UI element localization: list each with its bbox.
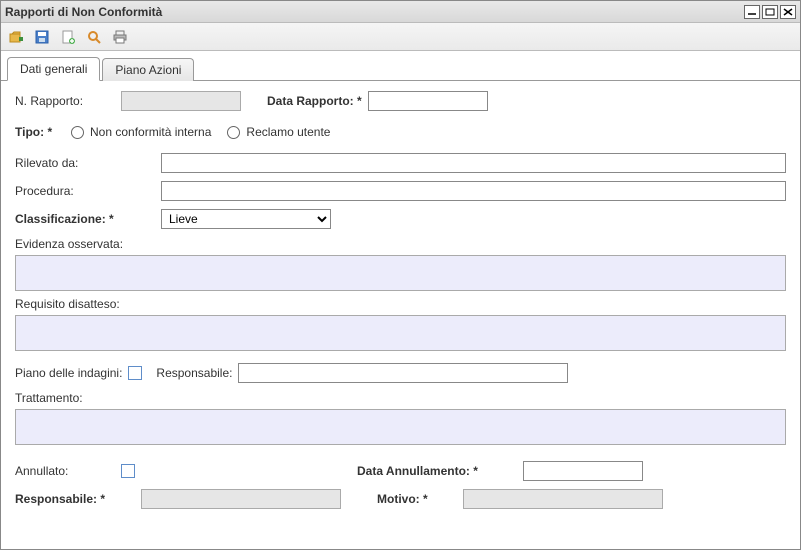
maximize-button[interactable] (762, 5, 778, 19)
tab-content: N. Rapporto: Data Rapporto: * Tipo: * No… (1, 81, 800, 549)
evidenza-label: Evidenza osservata: (15, 237, 786, 251)
requisito-textarea[interactable] (15, 315, 786, 351)
rilevato-da-label: Rilevato da: (15, 156, 155, 170)
procedura-label: Procedura: (15, 184, 155, 198)
responsabile-bot-field[interactable] (141, 489, 341, 509)
motivo-field[interactable] (463, 489, 663, 509)
responsabile-top-field[interactable] (238, 363, 568, 383)
tabstrip: Dati generali Piano Azioni (1, 51, 800, 81)
tipo-option-reclamo: Reclamo utente (246, 125, 330, 139)
save-icon[interactable] (31, 26, 53, 48)
data-rapporto-label: Data Rapporto: * (267, 94, 362, 108)
open-icon[interactable] (5, 26, 27, 48)
requisito-label: Requisito disatteso: (15, 297, 786, 311)
window-title: Rapporti di Non Conformità (5, 5, 742, 19)
procedura-field[interactable] (161, 181, 786, 201)
rilevato-da-field[interactable] (161, 153, 786, 173)
tipo-option-interna: Non conformità interna (90, 125, 211, 139)
titlebar: Rapporti di Non Conformità (1, 1, 800, 23)
classificazione-label: Classificazione: * (15, 212, 155, 226)
motivo-label: Motivo: * (377, 492, 457, 506)
toolbar (1, 23, 800, 51)
data-annullamento-field[interactable] (523, 461, 643, 481)
close-button[interactable] (780, 5, 796, 19)
tipo-radio-reclamo[interactable] (227, 126, 240, 139)
n-rapporto-label: N. Rapporto: (15, 94, 115, 108)
data-rapporto-field[interactable] (368, 91, 488, 111)
new-icon[interactable] (57, 26, 79, 48)
minimize-button[interactable] (744, 5, 760, 19)
annullato-label: Annullato: (15, 464, 115, 478)
evidenza-textarea[interactable] (15, 255, 786, 291)
responsabile-bot-label: Responsabile: * (15, 492, 135, 506)
piano-indagini-checkbox[interactable] (128, 366, 142, 380)
trattamento-textarea[interactable] (15, 409, 786, 445)
data-annullamento-label: Data Annullamento: * (357, 464, 517, 478)
classificazione-select[interactable]: Lieve (161, 209, 331, 229)
search-icon[interactable] (83, 26, 105, 48)
annullato-checkbox[interactable] (121, 464, 135, 478)
tipo-label: Tipo: * (15, 125, 65, 139)
trattamento-label: Trattamento: (15, 391, 786, 405)
window-frame: Rapporti di Non Conformità Dati generali… (0, 0, 801, 550)
tab-piano-azioni[interactable]: Piano Azioni (102, 58, 194, 81)
piano-indagini-label: Piano delle indagini: (15, 366, 122, 380)
responsabile-top-label: Responsabile: (156, 366, 232, 380)
tipo-radio-interna[interactable] (71, 126, 84, 139)
print-icon[interactable] (109, 26, 131, 48)
tab-dati-generali[interactable]: Dati generali (7, 57, 100, 81)
n-rapporto-field[interactable] (121, 91, 241, 111)
